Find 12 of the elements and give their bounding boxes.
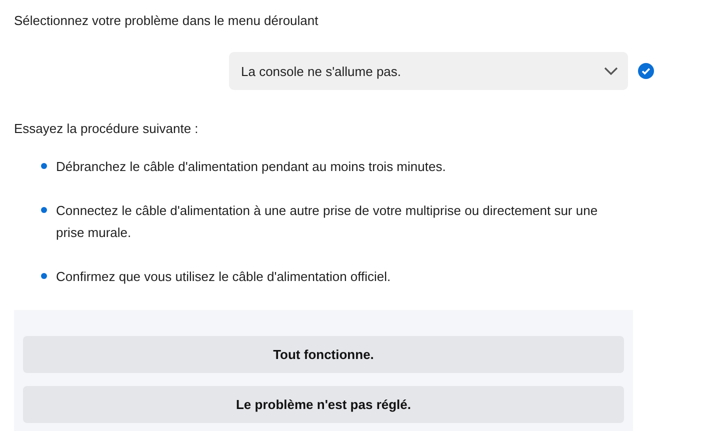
chevron-down-icon [604, 66, 618, 76]
instructions-heading: Essayez la procédure suivante : [14, 120, 200, 138]
problem-dropdown[interactable]: La console ne s'allume pas. [229, 52, 628, 90]
bullet-icon [41, 273, 47, 279]
bullet-icon [41, 207, 47, 213]
bullet-icon [41, 163, 47, 169]
step-text: Débranchez le câble d'alimentation pendant au moins trois minutes. [56, 158, 446, 176]
feedback-button[interactable]: Le problème n'est pas réglé. [23, 386, 624, 423]
step-text: Connectez le câble d'alimentation à une autre prise de votre multiprise ou directement sur une prise murale. [56, 202, 599, 242]
step-text: Confirmez que vous utilisez le câble d'alimentation officiel. [56, 268, 391, 286]
prompt-text: Sélectionnez votre problème dans le menu déroulant [14, 12, 320, 30]
feedback-button[interactable]: Tout fonctionne. [23, 336, 624, 373]
